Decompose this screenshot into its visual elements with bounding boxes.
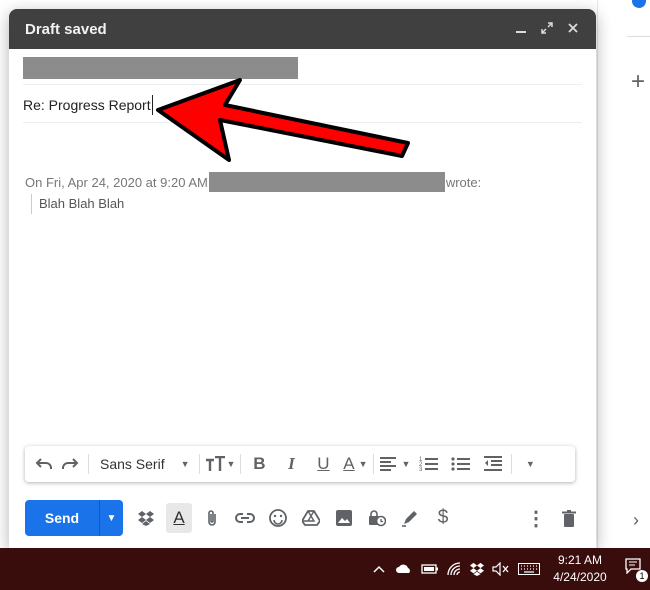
toolbar-separator: [198, 454, 200, 474]
insert-link-icon[interactable]: [232, 503, 258, 533]
subject-input[interactable]: Re: Progress Report: [23, 95, 153, 115]
dropbox-tray-icon[interactable]: [468, 548, 486, 590]
toolbar-separator: [373, 454, 375, 474]
more-formatting-button[interactable]: ▼: [517, 450, 543, 478]
undo-icon[interactable]: [31, 450, 57, 478]
emoji-icon[interactable]: [265, 503, 291, 533]
attach-file-icon[interactable]: [199, 503, 225, 533]
chevron-up-icon[interactable]: [371, 548, 387, 590]
underline-icon[interactable]: U: [310, 450, 336, 478]
toolbar-separator: [511, 454, 513, 474]
confidential-mode-icon[interactable]: [364, 503, 390, 533]
battery-icon[interactable]: [420, 548, 440, 590]
fullscreen-icon[interactable]: [536, 21, 558, 38]
text-color-button[interactable]: A ▼: [342, 450, 368, 478]
taskbar-clock[interactable]: 9:21 AM 4/24/2020: [545, 552, 615, 586]
message-body[interactable]: On Fri, Apr 24, 2020 at 9:20 AM wrote: B…: [25, 172, 580, 214]
insert-photo-icon[interactable]: [331, 503, 357, 533]
subject-field[interactable]: Re: Progress Report: [23, 90, 582, 123]
compose-status-title: Draft saved: [25, 20, 107, 38]
compose-window: Draft saved Re: Progress Report On Fri, …: [9, 9, 596, 548]
windows-taskbar: 9:21 AM 4/24/2020 1: [0, 548, 650, 590]
clock-date: 4/24/2020: [553, 570, 607, 584]
send-money-icon[interactable]: $: [430, 503, 456, 533]
chevron-down-icon: ▼: [226, 459, 236, 469]
chevron-down-icon: ▼: [180, 459, 190, 469]
add-addon-icon[interactable]: +: [631, 70, 645, 94]
dropbox-icon[interactable]: [133, 503, 159, 533]
volume-muted-icon[interactable]: [491, 548, 511, 590]
send-button[interactable]: Send: [25, 500, 99, 536]
keyboard-icon[interactable]: [517, 548, 541, 590]
font-family-select[interactable]: Sans Serif ▼: [94, 450, 194, 478]
formatting-toolbar: Sans Serif ▼ ▼ B I U A ▼ ▼ 123 ▼: [25, 446, 575, 482]
chevron-down-icon: ▼: [525, 459, 535, 469]
panel-divider: [597, 0, 598, 548]
side-divider: [627, 36, 650, 37]
discard-draft-icon[interactable]: [556, 503, 582, 533]
toolbar-separator: [88, 454, 89, 474]
account-indicator-icon[interactable]: [632, 0, 646, 8]
redo-icon[interactable]: [57, 450, 83, 478]
chevron-down-icon: ▼: [358, 459, 368, 469]
minimize-icon[interactable]: [510, 21, 532, 38]
align-button[interactable]: ▼: [379, 450, 410, 478]
toolbar-separator: [240, 454, 242, 474]
quote-date-text: On Fri, Apr 24, 2020 at 9:20 AM: [25, 174, 208, 190]
text-color-icon: A: [343, 454, 355, 473]
onedrive-icon[interactable]: [394, 548, 414, 590]
notification-count-badge: 1: [636, 570, 648, 582]
compose-title-bar: Draft saved: [9, 9, 596, 49]
redacted-recipient: [23, 57, 298, 79]
expand-panel-icon[interactable]: ›: [633, 510, 639, 531]
indent-less-icon[interactable]: [480, 450, 506, 478]
signature-icon[interactable]: [397, 503, 423, 533]
google-drive-icon[interactable]: [298, 503, 324, 533]
redacted-sender: [208, 172, 445, 192]
svg-text:3: 3: [419, 467, 423, 472]
more-options-icon[interactable]: ⋮: [523, 503, 549, 533]
send-options-button[interactable]: ▼: [99, 500, 123, 536]
clock-time: 9:21 AM: [557, 553, 603, 567]
italic-icon[interactable]: I: [278, 450, 304, 478]
compose-bottom-toolbar: Send ▼ A $ ⋮: [25, 500, 582, 536]
bold-icon[interactable]: B: [246, 450, 272, 478]
recipients-field[interactable]: [23, 57, 582, 85]
chevron-down-icon: ▼: [106, 512, 117, 524]
quote-wrote-text: wrote:: [445, 174, 482, 190]
gmail-side-panel: + ›: [597, 0, 650, 548]
wifi-icon[interactable]: [445, 548, 465, 590]
quoted-text: Blah Blah Blah: [31, 194, 580, 214]
font-size-button[interactable]: ▼: [205, 450, 236, 478]
numbered-list-icon[interactable]: 123: [416, 450, 442, 478]
close-icon[interactable]: [562, 21, 584, 38]
send-button-group: Send ▼: [25, 500, 123, 536]
font-family-label: Sans Serif: [100, 456, 165, 472]
formatting-options-icon[interactable]: A: [166, 503, 192, 533]
bulleted-list-icon[interactable]: [448, 450, 474, 478]
chevron-down-icon: ▼: [401, 459, 411, 469]
quote-header: On Fri, Apr 24, 2020 at 9:20 AM wrote:: [25, 172, 580, 192]
formatting-glyph: A: [173, 508, 185, 527]
